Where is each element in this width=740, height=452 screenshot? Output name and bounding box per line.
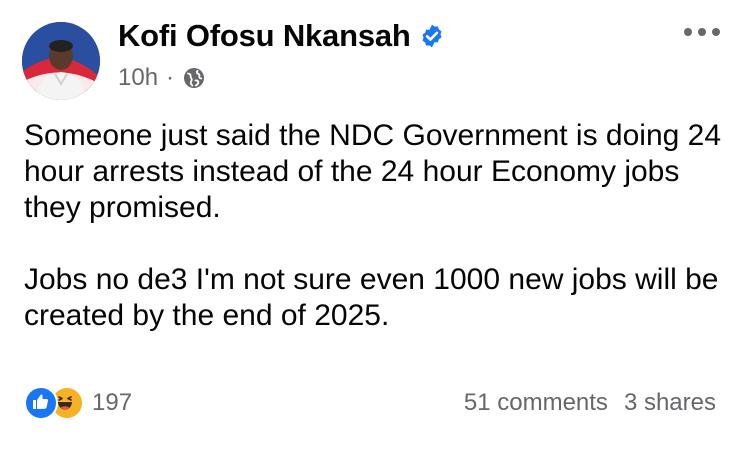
- profile-photo-icon: [22, 22, 100, 100]
- post-body: Someone just said the NDC Government is …: [24, 118, 724, 334]
- post-meta: 10h ·: [118, 64, 206, 92]
- post-paragraph: Jobs no de3 I'm not sure even 1000 new j…: [24, 263, 719, 332]
- comments-count-link[interactable]: 51 comments: [464, 389, 608, 417]
- engagement-summary: 51 comments 3 shares: [464, 389, 716, 417]
- globe-icon[interactable]: [182, 66, 206, 90]
- verified-badge-icon: [419, 23, 445, 49]
- like-icon: [24, 386, 58, 420]
- facebook-post: Kofi Ofosu Nkansah 10h · Someone just sa…: [0, 0, 740, 452]
- reactions-summary[interactable]: 197: [24, 386, 132, 420]
- more-dot-icon: [684, 28, 692, 36]
- more-dot-icon: [698, 28, 706, 36]
- author-name[interactable]: Kofi Ofosu Nkansah: [118, 18, 411, 54]
- post-timestamp[interactable]: 10h: [118, 64, 158, 92]
- post-paragraph: Someone just said the NDC Government is …: [24, 119, 722, 224]
- more-options-button[interactable]: [684, 28, 720, 36]
- shares-count-link[interactable]: 3 shares: [624, 389, 716, 417]
- reaction-count: 197: [92, 389, 133, 416]
- meta-separator: ·: [166, 64, 175, 91]
- avatar[interactable]: [22, 22, 100, 100]
- more-dot-icon: [712, 28, 720, 36]
- author-row: Kofi Ofosu Nkansah: [118, 18, 445, 54]
